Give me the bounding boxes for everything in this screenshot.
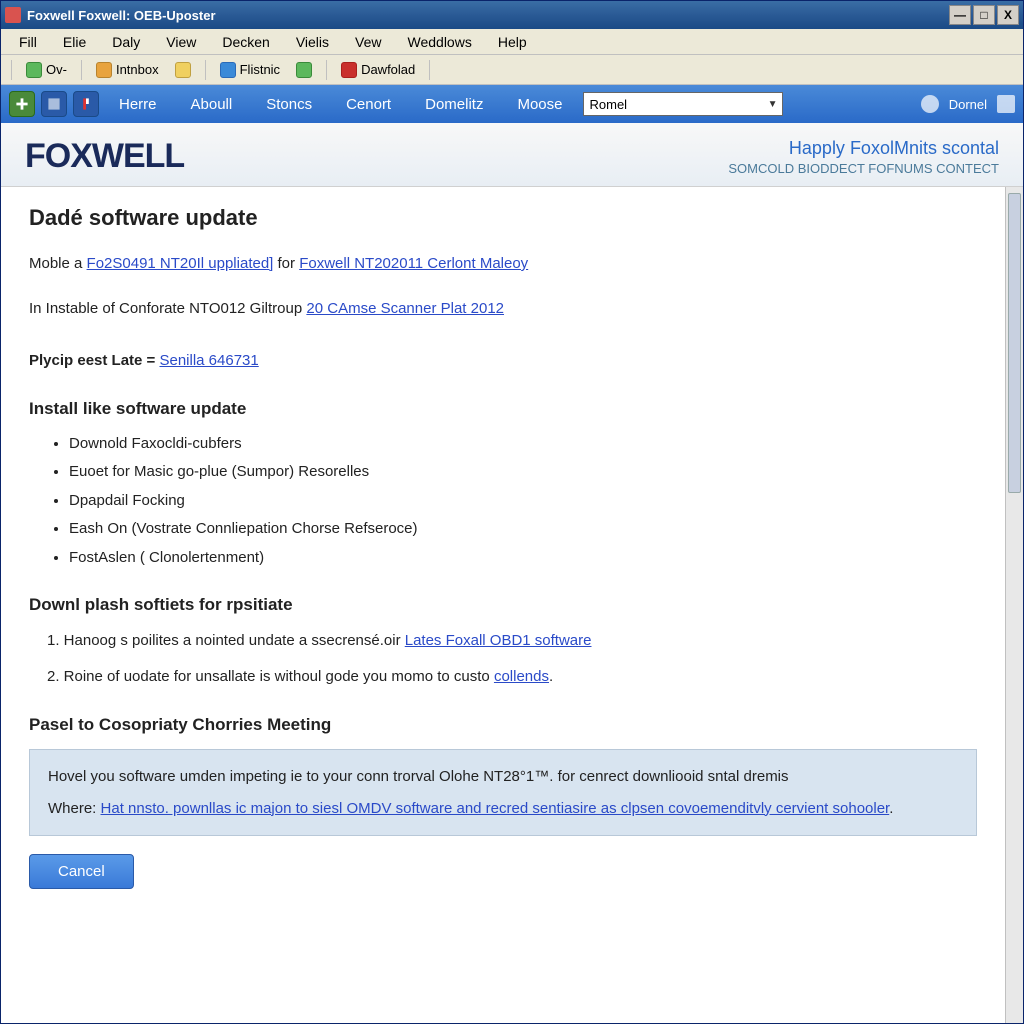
bullet-1: Downold Faxocldi-cubfers (69, 433, 977, 456)
bullet-5: FostAslen ( Clonolertenment) (69, 547, 977, 570)
section-downl: Downl plash softiets for rpsitiate (29, 595, 977, 615)
bullet-2: Euoet for Masic go-plue (Sumpor) Resorel… (69, 461, 977, 484)
info-icon[interactable] (921, 95, 939, 113)
menu-decken[interactable]: Decken (210, 31, 281, 53)
content-wrapper: Dadé software update Moble a Fo2S0491 NT… (1, 187, 1023, 1023)
separator (429, 60, 430, 80)
close-button[interactable]: X (997, 5, 1019, 25)
step-2: 2. Roine of uodate for unsallate is with… (47, 665, 977, 689)
menubar: Fill Elie Daly View Decken Vielis Vew We… (1, 29, 1023, 55)
tool-dawfolad[interactable]: Dawfolad (335, 60, 421, 80)
page-title: Dadé software update (29, 205, 977, 231)
nav-add-icon[interactable] (9, 91, 35, 117)
separator (326, 60, 327, 80)
nav-dornel[interactable]: Dornel (949, 97, 987, 112)
section-install: Install like software update (29, 399, 977, 419)
intro-line-2: In Instable of Conforate NTO012 Giltroup… (29, 298, 977, 321)
step-1: 1. Hanoog s poilites a nointed undate a … (47, 629, 977, 653)
menu-vielis[interactable]: Vielis (284, 31, 341, 53)
brand-logo: FOXWELL (25, 137, 184, 176)
download-icon (296, 62, 312, 78)
nav-box-icon[interactable] (41, 91, 67, 117)
tool-flistnic-label: Flistnic (240, 62, 280, 77)
note-line-1: Hovel you software umden impeting ie to … (48, 764, 958, 790)
tool-intnbox[interactable]: Intnbox (90, 60, 165, 80)
nav-select-value: Romel (590, 97, 628, 112)
install-bullets: Downold Faxocldi-cubfers Euoet for Masic… (69, 433, 977, 570)
app-window: Foxwell Foxwell: OEB-Uposter — □ X Fill … (0, 0, 1024, 1024)
separator (205, 60, 206, 80)
separator (11, 60, 12, 80)
menu-help[interactable]: Help (486, 31, 539, 53)
content: Dadé software update Moble a Fo2S0491 NT… (1, 187, 1005, 1023)
link-collends[interactable]: collends (494, 668, 549, 685)
tool-star[interactable] (169, 60, 197, 80)
menu-vew[interactable]: Vew (343, 31, 393, 53)
nav-aboull[interactable]: Aboull (177, 92, 247, 117)
navbar: Herre Aboull Stoncs Cenort Domelitz Moos… (1, 85, 1023, 123)
nav-cenort[interactable]: Cenort (332, 92, 405, 117)
menu-weddlows[interactable]: Weddlows (396, 31, 484, 53)
bullet-4: Eash On (Vostrate Connliepation Chorse R… (69, 518, 977, 541)
nav-right: Dornel (921, 95, 1015, 113)
nav-domelitz[interactable]: Domelitz (411, 92, 497, 117)
menu-daly[interactable]: Daly (100, 31, 152, 53)
toolbar: Ov- Intnbox Flistnic Dawfolad (1, 55, 1023, 85)
window-title: Foxwell Foxwell: OEB-Uposter (27, 8, 949, 23)
menu-fill[interactable]: Fill (7, 31, 49, 53)
link-note[interactable]: Hat nnsto. pownllas ic majon to siesl OM… (101, 800, 890, 817)
separator (81, 60, 82, 80)
titlebar: Foxwell Foxwell: OEB-Uposter — □ X (1, 1, 1023, 29)
intro-line-1: Moble a Fo2S0491 NT20Il uppliated] for F… (29, 253, 977, 276)
header-tagline: Happly FoxolMnits scontal (728, 138, 999, 159)
tool-flistnic[interactable]: Flistnic (214, 60, 286, 80)
tool-ov[interactable]: Ov- (20, 60, 73, 80)
note-box: Hovel you software umden impeting ie to … (29, 749, 977, 836)
plycip-line: Plycip eest Late = Senilla 646731 (29, 350, 977, 373)
header-subnav[interactable]: SOMCOLD BIODDECT FOFNUMS CONTECT (728, 161, 999, 176)
refresh-icon (26, 62, 42, 78)
link-scanner-plat[interactable]: 20 CAmse Scanner Plat 2012 (306, 300, 504, 317)
maximize-button[interactable]: □ (973, 5, 995, 25)
link-lates-foxall[interactable]: Lates Foxall OBD1 software (405, 632, 592, 649)
scrollbar-thumb[interactable] (1008, 193, 1021, 493)
cancel-button[interactable]: Cancel (29, 854, 134, 889)
app-icon (5, 7, 21, 23)
link-senilla[interactable]: Senilla 646731 (159, 352, 258, 369)
vertical-scrollbar[interactable] (1005, 187, 1023, 1023)
window-controls: — □ X (949, 5, 1019, 25)
note-line-2: Where: Hat nnsto. pownllas ic majon to s… (48, 796, 958, 822)
download-steps: 1. Hanoog s poilites a nointed undate a … (47, 629, 977, 689)
nav-moose[interactable]: Moose (503, 92, 576, 117)
stop-icon (341, 62, 357, 78)
link-nt202011[interactable]: Foxwell NT202011 Cerlont Maleoy (299, 255, 528, 272)
menu-view[interactable]: View (154, 31, 208, 53)
tool-intnbox-label: Intnbox (116, 62, 159, 77)
nav-herre[interactable]: Herre (105, 92, 171, 117)
tool-down[interactable] (290, 60, 318, 80)
minimize-button[interactable]: — (949, 5, 971, 25)
globe-icon (220, 62, 236, 78)
collapse-icon[interactable] (997, 95, 1015, 113)
link-fo2s0491[interactable]: Fo2S0491 NT20Il uppliated] (87, 255, 274, 272)
header-right: Happly FoxolMnits scontal SOMCOLD BIODDE… (728, 138, 999, 176)
menu-elie[interactable]: Elie (51, 31, 98, 53)
tool-dawfolad-label: Dawfolad (361, 62, 415, 77)
bullet-3: Dpapdail Focking (69, 490, 977, 513)
page-header: FOXWELL Happly FoxolMnits scontal SOMCOL… (1, 123, 1023, 187)
nav-flag-icon[interactable] (73, 91, 99, 117)
tool-ov-label: Ov- (46, 62, 67, 77)
star-icon (175, 62, 191, 78)
folder-icon (96, 62, 112, 78)
nav-select[interactable]: Romel (583, 92, 783, 116)
nav-stoncs[interactable]: Stoncs (252, 92, 326, 117)
section-pasel: Pasel to Cosopriaty Chorries Meeting (29, 715, 977, 735)
